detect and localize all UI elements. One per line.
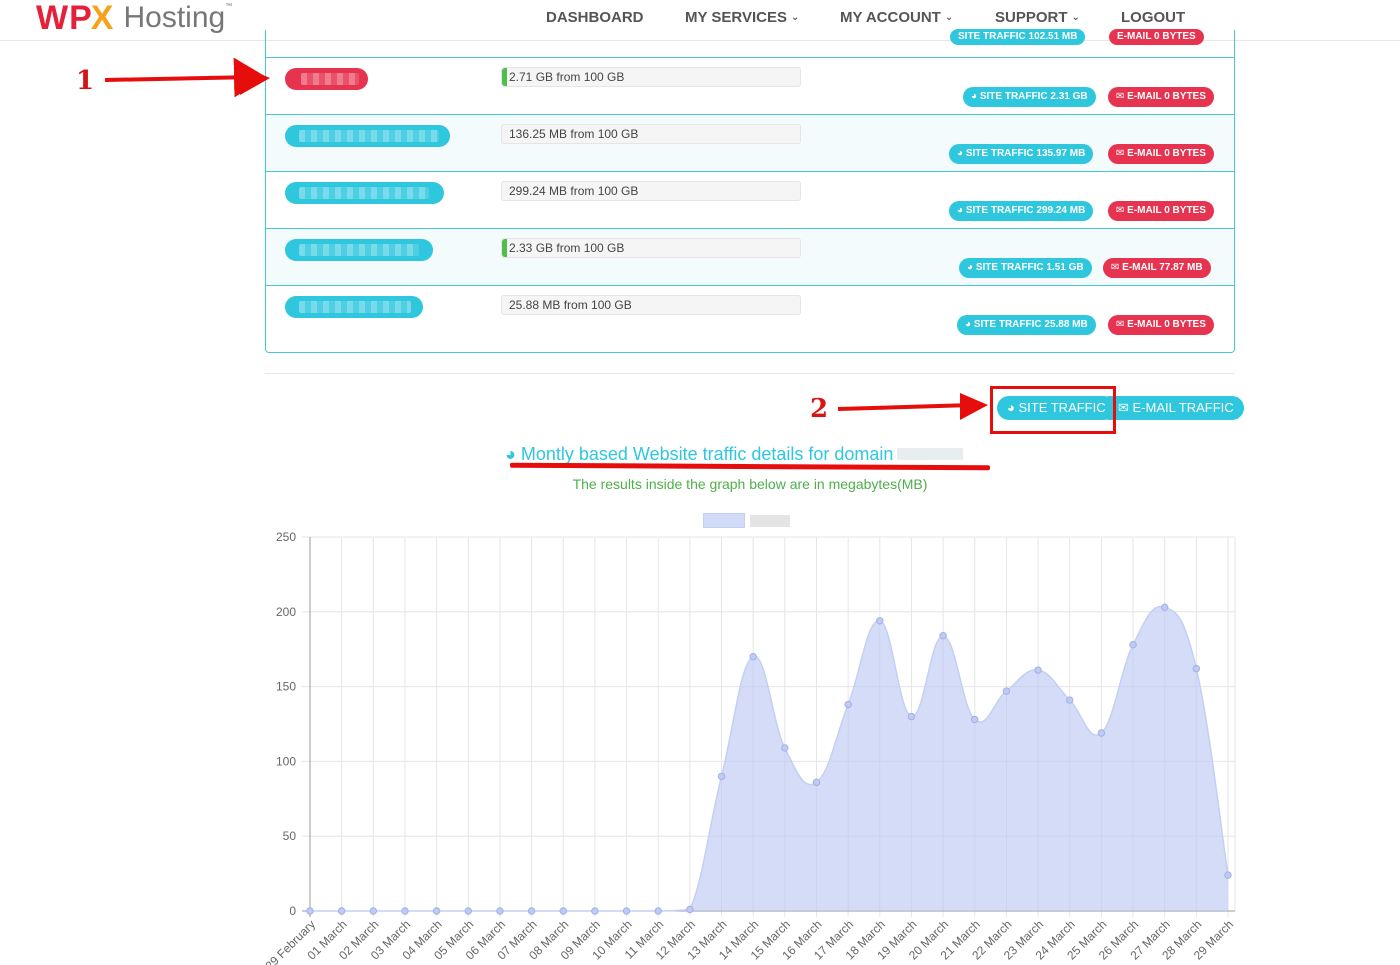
- data-point: [369, 907, 378, 915]
- traffic-area-chart: 05010015020025029 February01 March02 Mar…: [262, 530, 1236, 965]
- data-point: [432, 907, 441, 915]
- y-tick-label: 150: [276, 680, 296, 694]
- data-point: [401, 907, 409, 915]
- data-point: [749, 652, 757, 661]
- data-point: [939, 632, 947, 640]
- data-point: [559, 907, 567, 915]
- data-point: [654, 907, 662, 915]
- data-point: [876, 617, 884, 625]
- data-point: [1192, 664, 1201, 673]
- data-point: [527, 907, 536, 915]
- data-point: [1002, 687, 1011, 695]
- data-point: [781, 744, 789, 752]
- y-tick-label: 50: [283, 829, 297, 843]
- data-point: [907, 712, 916, 721]
- data-point: [496, 907, 504, 915]
- data-point: [844, 700, 852, 709]
- data-point: [812, 778, 821, 787]
- y-tick-label: 100: [276, 754, 296, 768]
- data-point: [464, 907, 472, 915]
- data-point: [1034, 666, 1042, 674]
- data-point: [1160, 603, 1169, 612]
- data-point: [717, 772, 726, 781]
- y-tick-label: 250: [276, 530, 296, 544]
- data-point: [971, 715, 979, 724]
- data-point: [1224, 871, 1232, 879]
- data-point: [1097, 729, 1106, 737]
- data-point: [1066, 696, 1074, 704]
- y-tick-label: 200: [276, 605, 296, 619]
- data-point: [306, 907, 314, 915]
- y-tick-label: 0: [289, 904, 296, 918]
- data-point: [337, 907, 346, 915]
- data-point: [622, 907, 631, 915]
- data-point: [1129, 641, 1137, 649]
- series-area: [310, 606, 1228, 911]
- data-point: [686, 905, 694, 914]
- data-point: [591, 907, 599, 915]
